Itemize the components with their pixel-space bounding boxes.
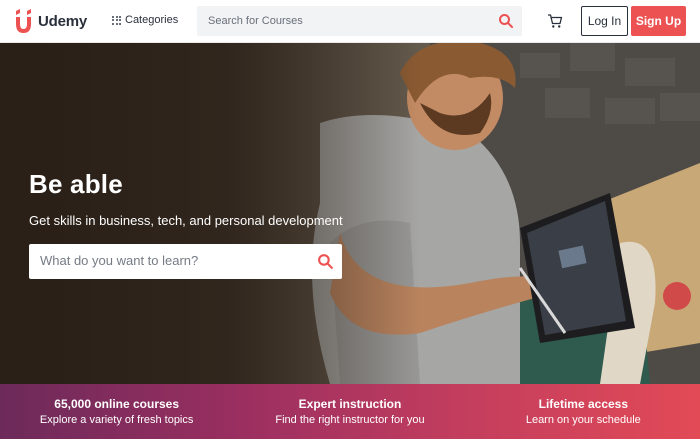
categories-menu[interactable]: Categories bbox=[112, 14, 178, 26]
feature-item: Expert instruction Find the right instru… bbox=[233, 384, 466, 439]
feature-description: Find the right instructor for you bbox=[275, 414, 425, 426]
login-button[interactable]: Log In bbox=[581, 6, 628, 36]
hero-subtitle: Get skills in business, tech, and person… bbox=[29, 213, 343, 228]
top-navbar: Udemy Categories Log In Sign Up bbox=[0, 0, 700, 43]
hero-search-bar bbox=[29, 244, 342, 279]
feature-description: Learn on your schedule bbox=[525, 414, 641, 426]
signup-button[interactable]: Sign Up bbox=[631, 6, 686, 36]
features-band: 65,000 online courses Explore a variety … bbox=[0, 384, 700, 439]
cart-icon[interactable] bbox=[547, 13, 563, 29]
feature-title: Lifetime access bbox=[538, 397, 629, 411]
feature-title: Expert instruction bbox=[298, 397, 402, 411]
hero-title: Be able bbox=[29, 169, 123, 199]
search-icon[interactable] bbox=[317, 253, 334, 270]
feature-item: 65,000 online courses Explore a variety … bbox=[0, 384, 233, 439]
grid-icon bbox=[112, 15, 121, 25]
header-search-bar bbox=[197, 6, 522, 36]
logo-text: Udemy bbox=[38, 12, 88, 30]
search-icon[interactable] bbox=[498, 13, 514, 29]
categories-label: Categories bbox=[125, 14, 179, 26]
hero-banner: Be able Get skills in business, tech, an… bbox=[0, 43, 700, 384]
feature-item: Lifetime access Learn on your schedule bbox=[467, 384, 700, 439]
udemy-logo-icon bbox=[16, 9, 31, 33]
udemy-logo[interactable]: Udemy bbox=[13, 9, 87, 33]
feature-title: 65,000 online courses bbox=[54, 397, 180, 411]
header-search-input[interactable] bbox=[197, 15, 477, 27]
hero-search-input[interactable] bbox=[40, 253, 300, 268]
feature-description: Explore a variety of fresh topics bbox=[39, 414, 194, 426]
